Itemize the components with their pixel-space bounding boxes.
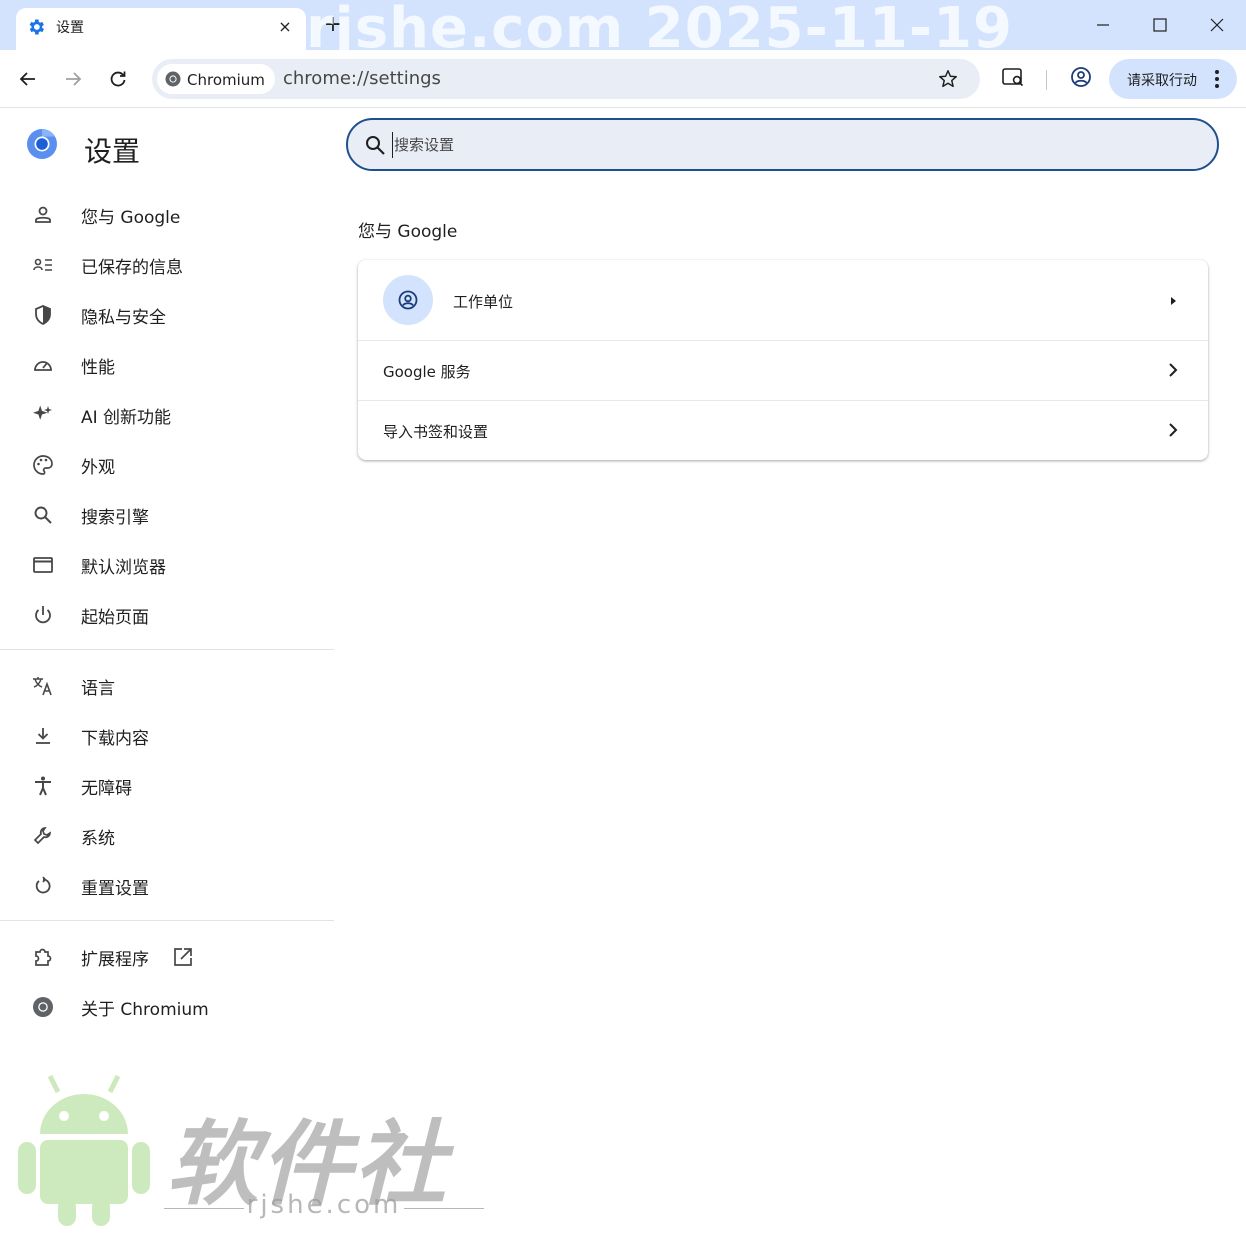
shield-icon [32,304,54,326]
chromium-icon [32,996,54,1018]
row-label: Google 服务 [383,363,471,381]
tab-title: 设置 [56,20,84,36]
sidebar-item-label: 已保存的信息 [81,258,183,278]
sidebar-item-you-and-google[interactable]: 您与 Google [0,192,336,236]
sidebar-divider [0,920,334,921]
sparkle-icon [32,404,54,426]
sidebar-item-label: 无障碍 [81,779,132,799]
take-action-label: 请采取行动 [1127,73,1197,89]
sidebar-item-about[interactable]: 关于 Chromium [0,984,336,1028]
palette-icon [32,454,54,476]
close-tab-icon[interactable]: × [274,16,296,38]
site-info-chip[interactable]: Chromium [157,64,275,94]
toolbar: Chromium chrome://settings 请采取行动 [0,50,1246,108]
chromium-icon [165,71,181,91]
settings-search[interactable] [346,118,1219,171]
sidebar-item-accessibility[interactable]: 无障碍 [0,763,336,807]
row-label: 导入书签和设置 [383,423,489,441]
sidebar-item-label: 您与 Google [81,208,181,228]
url-text[interactable]: chrome://settings [283,68,441,89]
sidebar-item-languages[interactable]: 语言 [0,663,336,707]
reload-button[interactable] [101,62,135,96]
you-and-google-card: 工作单位 Google 服务 导入书签和设置 [358,260,1208,460]
sidebar-item-label: AI 创新功能 [81,408,172,428]
search-input[interactable] [392,132,1192,158]
wrench-icon [32,825,54,847]
sidebar-item-extensions[interactable]: 扩展程序 [0,934,336,978]
bookmark-star-icon[interactable] [937,68,959,94]
take-action-button[interactable]: 请采取行动 [1109,59,1237,99]
saved-info-icon [32,254,54,276]
tab-search-icon[interactable] [1000,64,1030,94]
sidebar-item-performance[interactable]: 性能 [0,342,336,386]
chevron-right-icon [1166,362,1180,382]
back-button[interactable] [11,62,45,96]
download-icon [32,725,54,747]
sidebar-item-label: 默认浏览器 [81,558,166,578]
sidebar-item-search-engine[interactable]: 搜索引擎 [0,492,336,536]
minimize-button[interactable] [1088,10,1118,40]
chevron-right-icon [1166,422,1180,442]
forward-button[interactable] [56,62,90,96]
tab-strip: 设置 × + rjshe.com 2025-11-19 [0,0,1246,61]
page-title: 设置 [84,135,141,168]
sidebar-item-label: 重置设置 [81,879,149,899]
power-icon [32,604,54,626]
sidebar-item-saved-info[interactable]: 已保存的信息 [0,242,336,286]
sidebar-item-appearance[interactable]: 外观 [0,442,336,486]
sidebar-item-privacy[interactable]: 隐私与安全 [0,292,336,336]
sidebar-divider [0,649,334,650]
translate-icon [32,675,54,697]
sidebar-item-downloads[interactable]: 下载内容 [0,713,336,757]
puzzle-icon [32,946,54,968]
watermark-logo: 软件社 rjshe.com [18,1072,488,1232]
caret-right-icon [1166,293,1180,312]
profile-icon[interactable] [1068,64,1098,94]
sidebar-item-label: 性能 [81,358,115,378]
android-icon [18,1074,150,1226]
close-window-button[interactable] [1202,10,1232,40]
sidebar-item-label: 语言 [81,679,115,699]
sidebar-item-label: 起始页面 [81,608,149,628]
gear-icon [26,17,46,37]
sidebar-item-ai[interactable]: AI 创新功能 [0,392,336,436]
toolbar-separator [1046,70,1047,90]
speedometer-icon [32,354,54,376]
sidebar-item-label: 扩展程序 [81,950,149,970]
sidebar-item-system[interactable]: 系统 [0,813,336,857]
accessibility-icon [32,775,54,797]
external-link-icon [172,946,194,972]
kebab-menu-icon[interactable] [1213,69,1221,93]
watermark-url: rjshe.com [164,1190,484,1220]
avatar [383,275,433,325]
row-google-services[interactable]: Google 服务 [358,341,1208,400]
sidebar-item-label: 搜索引擎 [81,508,149,528]
tab-settings[interactable]: 设置 × [16,8,306,50]
reset-icon [32,875,54,897]
chip-label: Chromium [187,71,265,89]
row-label: 工作单位 [453,293,514,311]
maximize-button[interactable] [1145,10,1175,40]
chromium-logo-icon [26,128,58,160]
sidebar-item-label: 系统 [81,829,115,849]
search-icon [32,504,54,526]
sidebar-item-startup[interactable]: 起始页面 [0,592,336,636]
section-title: 您与 Google [358,222,458,242]
sidebar-item-default-browser[interactable]: 默认浏览器 [0,542,336,586]
sidebar-item-label: 隐私与安全 [81,308,166,328]
sidebar-item-label: 关于 Chromium [81,1000,209,1020]
sidebar-item-label: 下载内容 [81,729,149,749]
sidebar-item-reset[interactable]: 重置设置 [0,863,336,907]
row-import-bookmarks[interactable]: 导入书签和设置 [358,401,1208,460]
sidebar-item-label: 外观 [81,458,115,478]
search-icon [364,134,386,160]
address-bar[interactable]: Chromium chrome://settings [152,59,980,99]
row-work-profile[interactable]: 工作单位 [358,260,1208,340]
browser-window-icon [32,554,54,576]
person-icon [32,204,54,226]
